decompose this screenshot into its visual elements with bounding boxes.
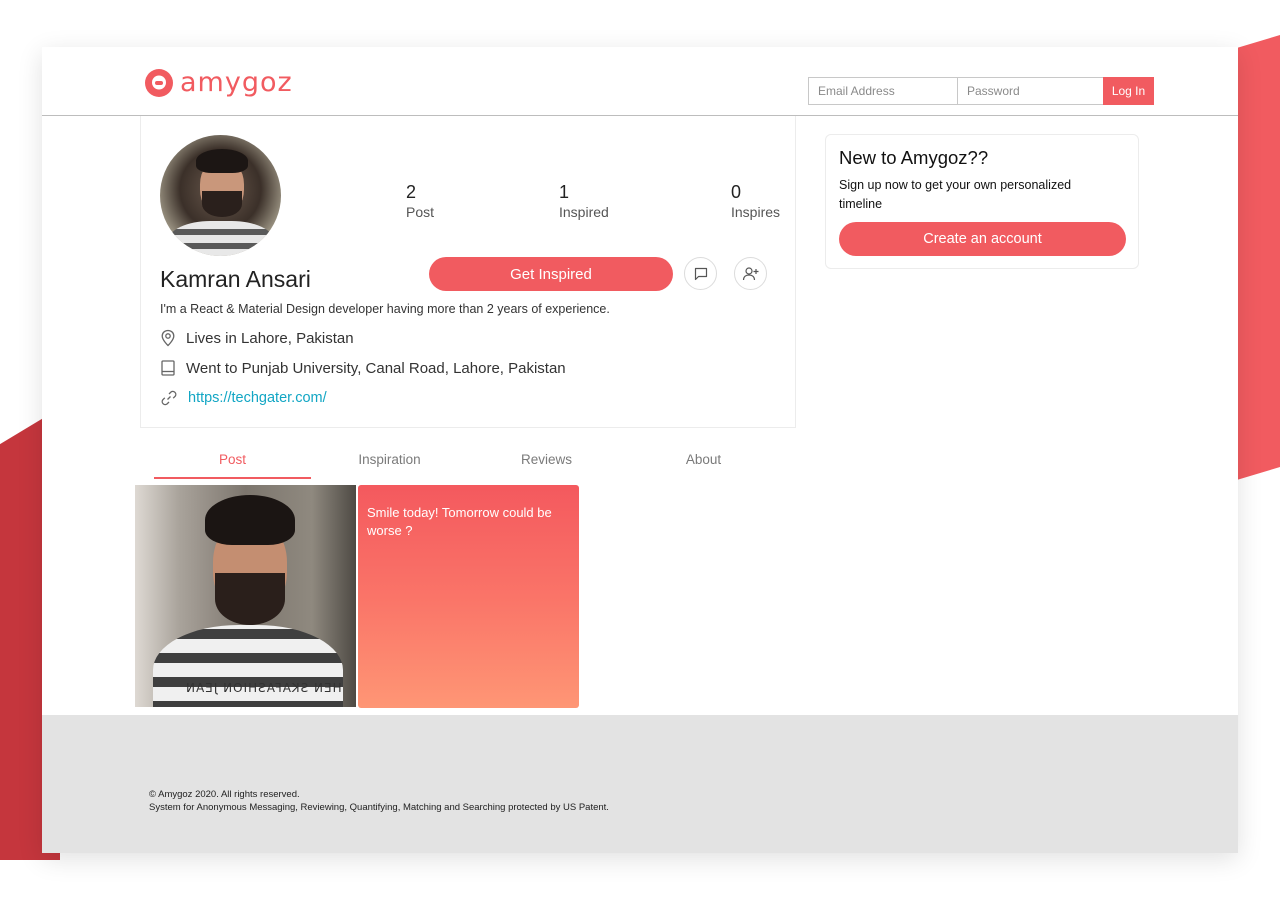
stat-post-label: Post bbox=[406, 204, 435, 220]
stat-inspires-label: Inspires bbox=[731, 204, 781, 220]
stat-post-count: 2 bbox=[406, 182, 417, 202]
tab-inspiration[interactable]: Inspiration bbox=[311, 443, 468, 477]
brand-logo[interactable]: amygoz bbox=[144, 67, 293, 98]
get-inspired-button[interactable]: Get Inspired bbox=[429, 257, 673, 291]
profile-name: Kamran Ansari bbox=[160, 266, 311, 292]
message-icon bbox=[694, 267, 707, 280]
password-input[interactable] bbox=[957, 77, 1113, 105]
footer-text: © Amygoz 2020. All rights reserved. Syst… bbox=[149, 788, 619, 814]
tab-reviews[interactable]: Reviews bbox=[468, 443, 625, 477]
signup-title: New to Amygoz?? bbox=[839, 147, 989, 168]
shirt-print-text: HEN SKAFASHION JEAN bbox=[185, 681, 342, 695]
book-icon bbox=[161, 360, 175, 376]
education-text: Went to Punjab University, Canal Road, L… bbox=[186, 359, 566, 377]
footer-patent: System for Anonymous Messaging, Reviewin… bbox=[149, 802, 609, 813]
stat-inspired: 1 Inspired bbox=[559, 182, 609, 222]
tab-about[interactable]: About bbox=[625, 443, 782, 477]
tab-post[interactable]: Post bbox=[154, 443, 311, 479]
add-user-icon bbox=[742, 266, 758, 280]
education-row: Went to Punjab University, Canal Road, L… bbox=[160, 359, 566, 377]
link-icon bbox=[161, 390, 177, 406]
website-row: https://techgater.com/ bbox=[160, 389, 327, 407]
footer: © Amygoz 2020. All rights reserved. Syst… bbox=[42, 715, 1238, 853]
add-user-button[interactable] bbox=[734, 257, 767, 290]
profile-bio: I'm a React & Material Design developer … bbox=[160, 302, 610, 316]
website-link[interactable]: https://techgater.com/ bbox=[188, 390, 327, 406]
stat-post: 2 Post bbox=[406, 182, 434, 222]
avatar[interactable] bbox=[160, 135, 281, 256]
logo-icon bbox=[145, 68, 173, 97]
login-button[interactable]: Log In bbox=[1103, 77, 1154, 105]
location-pin-icon bbox=[161, 329, 175, 347]
message-button[interactable] bbox=[684, 257, 717, 290]
top-header: amygoz Log In bbox=[42, 47, 1238, 116]
stat-inspires-count: 0 bbox=[731, 182, 742, 202]
stat-inspires: 0 Inspires bbox=[731, 182, 780, 222]
post-text-card[interactable]: Smile today! Tomorrow could be worse ? bbox=[358, 485, 579, 708]
stat-inspired-count: 1 bbox=[559, 182, 570, 202]
post-text: Smile today! Tomorrow could be worse ? bbox=[367, 505, 552, 538]
stat-inspired-label: Inspired bbox=[559, 204, 609, 220]
email-input[interactable] bbox=[808, 77, 964, 105]
location-row: Lives in Lahore, Pakistan bbox=[160, 329, 354, 347]
profile-card: 2 Post 1 Inspired 0 Inspires Kamran Ansa… bbox=[140, 116, 796, 428]
app-window: amygoz Log In 2 Post 1 Inspired 0 Inspir… bbox=[42, 47, 1238, 853]
post-photo[interactable]: HEN SKAFASHION JEAN bbox=[135, 485, 356, 707]
profile-tabs: Post Inspiration Reviews About bbox=[154, 443, 784, 479]
location-text: Lives in Lahore, Pakistan bbox=[186, 329, 354, 347]
signup-card: New to Amygoz?? Sign up now to get your … bbox=[825, 134, 1139, 269]
footer-copyright: © Amygoz 2020. All rights reserved. bbox=[149, 789, 300, 800]
brand-name: amygoz bbox=[180, 67, 293, 98]
create-account-button[interactable]: Create an account bbox=[839, 222, 1126, 256]
signup-text: Sign up now to get your own personalized… bbox=[839, 178, 1072, 211]
